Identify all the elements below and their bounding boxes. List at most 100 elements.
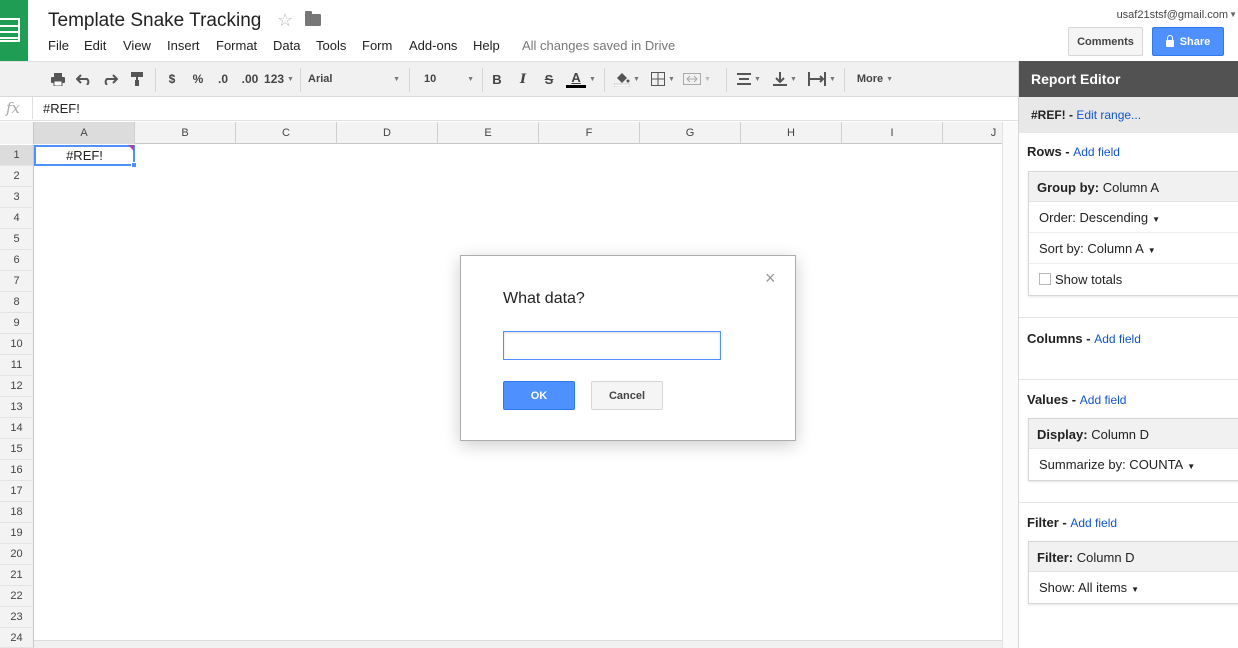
- account-caret-icon[interactable]: ▼: [1229, 10, 1237, 19]
- decrease-decimal-button[interactable]: .0: [212, 68, 234, 90]
- show-totals-checkbox[interactable]: [1039, 273, 1051, 285]
- row-header[interactable]: 1: [0, 145, 34, 166]
- merge-cells-icon[interactable]: ▼: [682, 68, 712, 90]
- strikethrough-button[interactable]: S: [540, 68, 558, 90]
- row-header[interactable]: 3: [0, 187, 34, 208]
- summarize-dropdown[interactable]: Summarize by: COUNTA ▼: [1029, 449, 1238, 480]
- bold-button[interactable]: B: [488, 68, 506, 90]
- column-header-e[interactable]: E: [438, 122, 539, 144]
- row-header[interactable]: 22: [0, 586, 34, 607]
- row-header[interactable]: 16: [0, 460, 34, 481]
- folder-icon[interactable]: [305, 11, 321, 26]
- document-title[interactable]: Template Snake Tracking: [48, 10, 261, 32]
- column-header-a[interactable]: A: [34, 122, 135, 144]
- column-header-d[interactable]: D: [337, 122, 438, 144]
- number-format-dropdown[interactable]: 123 ▼: [264, 68, 294, 90]
- show-items-label: Show: All items: [1039, 580, 1128, 595]
- row-header[interactable]: 12: [0, 376, 34, 397]
- formula-input[interactable]: #REF!: [43, 101, 80, 116]
- font-family-dropdown[interactable]: Arial ▼: [308, 68, 400, 90]
- share-button[interactable]: Share: [1152, 27, 1224, 56]
- number-format-label: 123: [264, 72, 285, 86]
- italic-button[interactable]: I: [514, 68, 532, 90]
- column-header-h[interactable]: H: [741, 122, 842, 144]
- edit-range-link[interactable]: Edit range...: [1076, 108, 1141, 122]
- currency-format-button[interactable]: $: [164, 68, 180, 90]
- row-header[interactable]: 21: [0, 565, 34, 586]
- cell-a1[interactable]: #REF!: [34, 145, 135, 166]
- row-header[interactable]: 11: [0, 355, 34, 376]
- sort-dropdown[interactable]: Sort by: Column A ▼: [1029, 233, 1238, 264]
- ok-button[interactable]: OK: [503, 381, 575, 410]
- column-header-g[interactable]: G: [640, 122, 741, 144]
- horizontal-align-icon[interactable]: ▼: [734, 68, 764, 90]
- column-header-f[interactable]: F: [539, 122, 640, 144]
- vertical-scrollbar[interactable]: [1002, 122, 1018, 648]
- row-header[interactable]: 2: [0, 166, 34, 187]
- row-header[interactable]: 7: [0, 271, 34, 292]
- row-header[interactable]: 19: [0, 523, 34, 544]
- row-header[interactable]: 23: [0, 607, 34, 628]
- row-header[interactable]: 24: [0, 628, 34, 648]
- row-header[interactable]: 13: [0, 397, 34, 418]
- column-header-i[interactable]: I: [842, 122, 943, 144]
- menu-help[interactable]: Help: [473, 38, 500, 53]
- more-button[interactable]: More ▼: [852, 68, 898, 90]
- row-header[interactable]: 6: [0, 250, 34, 271]
- user-email[interactable]: usaf21stsf@gmail.com: [1117, 9, 1228, 21]
- borders-icon[interactable]: ▼: [648, 68, 678, 90]
- font-size-dropdown[interactable]: 10 ▼: [418, 68, 474, 90]
- vertical-align-icon[interactable]: ▼: [770, 68, 800, 90]
- row-header[interactable]: 10: [0, 334, 34, 355]
- columns-add-field-link[interactable]: Add field: [1094, 332, 1141, 346]
- cancel-button[interactable]: Cancel: [591, 381, 663, 410]
- row-header[interactable]: 17: [0, 481, 34, 502]
- filter-add-field-link[interactable]: Add field: [1070, 516, 1117, 530]
- text-wrapping-icon[interactable]: ▼: [806, 68, 838, 90]
- row-header[interactable]: 15: [0, 439, 34, 460]
- show-items-dropdown[interactable]: Show: All items ▼: [1029, 572, 1238, 603]
- display-header: Display: Column D: [1029, 419, 1238, 449]
- menu-insert[interactable]: Insert: [167, 38, 200, 53]
- data-range-input[interactable]: [503, 331, 721, 360]
- menu-file[interactable]: File: [48, 38, 69, 53]
- row-header[interactable]: 8: [0, 292, 34, 313]
- row-header[interactable]: 14: [0, 418, 34, 439]
- undo-icon[interactable]: [74, 68, 94, 90]
- print-icon[interactable]: [48, 68, 68, 90]
- fill-color-icon[interactable]: ▼: [612, 68, 642, 90]
- text-color-button[interactable]: A ▼: [564, 68, 598, 90]
- column-header-b[interactable]: B: [135, 122, 236, 144]
- row-header[interactable]: 9: [0, 313, 34, 334]
- show-totals-row[interactable]: Show totals: [1029, 264, 1238, 295]
- increase-decimal-button[interactable]: .00: [238, 68, 262, 90]
- row-header[interactable]: 18: [0, 502, 34, 523]
- column-header-c[interactable]: C: [236, 122, 337, 144]
- row-header[interactable]: 5: [0, 229, 34, 250]
- menu-data[interactable]: Data: [273, 38, 300, 53]
- menu-form[interactable]: Form: [362, 38, 392, 53]
- menu-format[interactable]: Format: [216, 38, 257, 53]
- horizontal-scrollbar[interactable]: [34, 640, 1002, 648]
- menu-tools[interactable]: Tools: [316, 38, 346, 53]
- chevron-down-icon: ▼: [1147, 246, 1156, 255]
- menu-edit[interactable]: Edit: [84, 38, 106, 53]
- fill-handle[interactable]: [131, 162, 137, 168]
- close-icon[interactable]: ×: [765, 268, 776, 289]
- paint-format-icon[interactable]: [127, 68, 147, 90]
- star-icon[interactable]: ☆: [277, 10, 293, 31]
- menu-addons[interactable]: Add-ons: [409, 38, 457, 53]
- chevron-down-icon: ▼: [790, 75, 797, 83]
- percent-format-button[interactable]: %: [190, 68, 206, 90]
- values-add-field-link[interactable]: Add field: [1080, 393, 1127, 407]
- range-label: #REF! -: [1031, 108, 1073, 122]
- redo-icon[interactable]: [100, 68, 120, 90]
- comments-button[interactable]: Comments: [1068, 27, 1143, 56]
- menu-view[interactable]: View: [123, 38, 151, 53]
- select-all-corner[interactable]: [0, 122, 34, 144]
- order-dropdown[interactable]: Order: Descending ▼: [1029, 202, 1238, 233]
- rows-add-field-link[interactable]: Add field: [1073, 145, 1120, 159]
- row-header[interactable]: 4: [0, 208, 34, 229]
- row-header[interactable]: 20: [0, 544, 34, 565]
- sheets-logo-icon[interactable]: [0, 0, 28, 61]
